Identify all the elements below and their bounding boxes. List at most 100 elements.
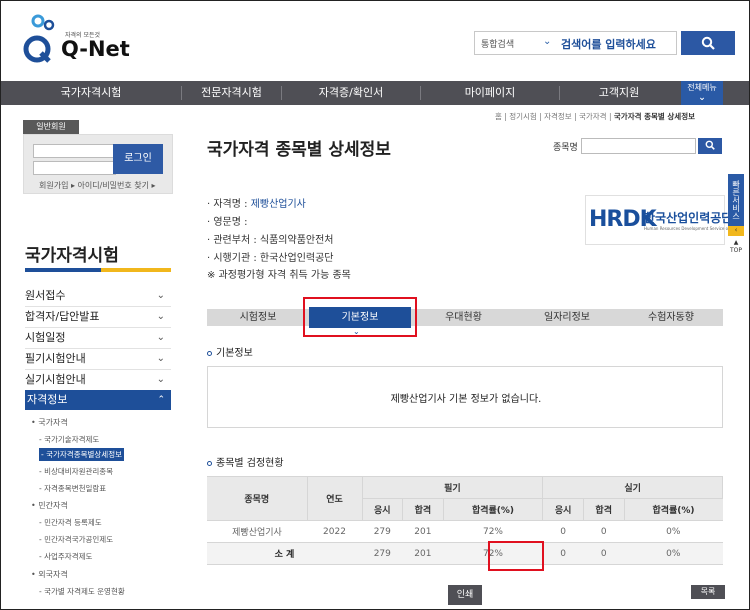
nav-item-support[interactable]: 고객지원 [560, 81, 678, 105]
chevron-down-icon: ⌄ [156, 290, 165, 301]
submenu-label: 민간자격 [38, 501, 68, 510]
submenu-item[interactable]: - 민간자격 등록제도 [39, 517, 102, 528]
submenu-label: 비상대비자원관리종목 [44, 467, 114, 476]
submenu-label: 민간자격 등록제도 [44, 518, 102, 527]
sidebar-item-label: 필기시험안내 [25, 352, 86, 365]
breadcrumb: 홈 | 정기시험 | 자격정보 | 국가자격 | 국가자격 종목별 상세정보 [495, 111, 695, 122]
info-value: 식품의약품안전처 [259, 235, 334, 246]
password-field[interactable] [33, 161, 116, 175]
section-title: 기본정보 [216, 348, 253, 359]
submenu-item[interactable]: - 자격종목변천일람표 [39, 483, 106, 494]
col-header-written: 필기 [362, 476, 544, 499]
sidebar-item-label: 합격자/답안발표 [25, 310, 100, 323]
tab-jobs[interactable]: 일자리정보 [515, 309, 619, 326]
quick-service-label: 빠른서비스 [731, 180, 741, 220]
jongmok-label: 종목명 [553, 143, 578, 153]
cell-name: 제빵산업기사 [207, 520, 307, 543]
submenu-item[interactable]: - 민간자격국가공인제도 [39, 534, 113, 545]
nav-item-national-exam[interactable]: 국가자격시험 [1, 81, 181, 105]
col-header-name: 종목명 [207, 476, 308, 521]
highlight-box [488, 541, 544, 571]
col-header-apply: 응시 [362, 498, 404, 521]
basic-info-box: 제빵산업기사 기본 정보가 없습니다. [207, 366, 723, 428]
member-tab[interactable]: 일반회원 [23, 120, 79, 134]
sidebar-item-written-guide[interactable]: 필기시험안내 ⌄ [25, 349, 171, 370]
search-scope-select[interactable]: 통합검색 [481, 37, 514, 50]
submenu-private[interactable]: • 민간자격 [31, 500, 68, 511]
breadcrumb-current: 국가자격 종목별 상세정보 [613, 112, 696, 121]
list-button[interactable]: 목록 [691, 585, 725, 599]
info-value: 한국산업인력공단 [259, 253, 334, 264]
jongmok-search-button[interactable] [698, 138, 722, 154]
chevron-down-icon: ⌄ [156, 353, 165, 364]
tab-exam-info[interactable]: 시험정보 [207, 309, 309, 326]
sidebar-item-label: 원서접수 [25, 289, 66, 302]
search-button[interactable] [681, 31, 735, 55]
tab-trends[interactable]: 수험자동향 [619, 309, 723, 326]
submenu-national[interactable]: • 국가자격 [31, 417, 68, 428]
submenu-item-active[interactable]: - 국가자격종목별상세정보 [39, 448, 124, 461]
col-header-practical: 실기 [542, 476, 723, 499]
jongmok-input[interactable] [581, 138, 696, 154]
id-field[interactable] [33, 144, 116, 158]
print-button[interactable]: 인쇄 [448, 585, 482, 605]
logo-mark-icon [23, 14, 55, 63]
sidebar-item-label: 자격정보 [27, 393, 68, 406]
section-stats: 종목별 검정현황 [207, 454, 284, 469]
bullet-icon [207, 460, 212, 466]
table-row: 제빵산업기사 2022 279 201 72% 0 0 0% [207, 520, 723, 543]
sidebar-item-results[interactable]: 합격자/답안발표 ⌄ [25, 307, 171, 328]
cell-w-rate: 72% [443, 520, 543, 543]
search-input[interactable]: 통합검색 ⌄ 검색어를 입력하세요 [474, 31, 677, 55]
chevron-down-icon: ⌄ [156, 311, 165, 322]
submenu-item[interactable]: - 비상대비자원관리종목 [39, 466, 113, 477]
page-title: 국가자격 종목별 상세정보 [207, 140, 391, 160]
stats-table: 종목명 연도 필기 실기 응시 합격 합격률(%) 응시 합격 합격률(%) 제… [207, 476, 723, 565]
qnet-logo[interactable]: 자격의 모든것 Q-Net [23, 13, 133, 68]
cell-p-rate: 0% [624, 542, 723, 565]
cell-year: 2022 [307, 520, 362, 543]
search-icon [705, 140, 715, 150]
sidebar-item-practical-guide[interactable]: 실기시험안내 ⌄ [25, 370, 171, 391]
sidebar-item-qualification-info[interactable]: 자격정보 ⌃ [25, 390, 171, 410]
sidebar-item-schedule[interactable]: 시험일정 ⌄ [25, 328, 171, 349]
search-placeholder: 검색어를 입력하세요 [561, 38, 656, 51]
submenu-foreign[interactable]: • 외국자격 [31, 569, 68, 580]
login-links[interactable]: 회원가입 ▸ 아이디/비밀번호 찾기 ▸ [39, 180, 156, 191]
hrdk-name: 한국산업인력공단 [644, 211, 733, 225]
submenu-label: 국가자격종목별상세정보 [46, 450, 122, 459]
submenu-label: 민간자격국가공인제도 [44, 535, 114, 544]
sidebar-item-label: 시험일정 [25, 331, 66, 344]
top-button[interactable]: ▲ TOP [728, 239, 744, 255]
table-total-row: 소 계 279 201 72% 0 0 0% [207, 542, 723, 565]
cell-p-pass: 0 [583, 542, 624, 565]
info-label: · 시행기관 : [207, 253, 260, 264]
col-header-rate: 합격률(%) [443, 498, 544, 521]
sidebar-item-application[interactable]: 원서접수 ⌄ [25, 286, 171, 307]
login-button[interactable]: 로그인 [113, 144, 163, 174]
col-header-apply: 응시 [542, 498, 584, 521]
chevron-down-icon: ⌄ [156, 374, 165, 385]
all-menu-button[interactable]: 전체메뉴 ⌄ [681, 81, 723, 105]
submenu-item[interactable]: - 국가기술자격제도 [39, 434, 99, 445]
col-header-year: 연도 [307, 476, 363, 521]
quick-service-toggle[interactable]: ‹ [728, 226, 744, 236]
chevron-up-icon: ⌃ [157, 395, 165, 405]
hrdk-logo: HRDK 한국산업인력공단 Human Resources Developmen… [585, 195, 742, 245]
breadcrumb-path[interactable]: 홈 | 정기시험 | 자격정보 | 국가자격 | [495, 112, 612, 121]
site-header: 자격의 모든것 Q-Net 통합검색 ⌄ 검색어를 입력하세요 [1, 1, 749, 81]
nav-item-certificate[interactable]: 자격증/확인서 [282, 81, 420, 105]
chevron-down-icon: ⌄ [543, 36, 552, 47]
main-nav: 국가자격시험 전문자격시험 자격증/확인서 마이페이지 고객지원 [1, 81, 749, 105]
submenu-item[interactable]: - 사업주자격제도 [39, 551, 92, 562]
info-label: · 영문명 : [207, 217, 248, 228]
highlight-box [303, 297, 417, 337]
info-eng: · 영문명 : [207, 213, 248, 228]
tab-preference[interactable]: 우대현황 [412, 309, 515, 326]
submenu-item[interactable]: - 국가별 자격제도 운영현황 [39, 586, 125, 597]
nav-item-professional-exam[interactable]: 전문자격시험 [182, 81, 281, 105]
col-header-pass: 합격 [402, 498, 444, 521]
table-header-row: 종목명 연도 필기 실기 [207, 476, 723, 521]
submenu-label: 국가자격 [38, 418, 68, 427]
nav-item-mypage[interactable]: 마이페이지 [421, 81, 559, 105]
